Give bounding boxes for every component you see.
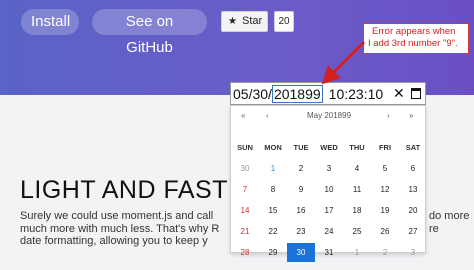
calendar-popup: « ‹ May 201899 › » SUN MON TUE WED THU F… — [230, 105, 427, 262]
calendar-day[interactable]: 29 — [259, 243, 287, 262]
calendar-day[interactable]: 2 — [287, 159, 315, 178]
calendar-day[interactable]: 17 — [315, 201, 343, 220]
month-segment[interactable]: 05 — [233, 86, 249, 102]
star-label: Star — [242, 15, 263, 27]
calendar-day[interactable]: 3 — [399, 243, 427, 262]
star-count: 20 — [274, 11, 294, 32]
calendar-day[interactable]: 1 — [259, 159, 287, 178]
calendar-day[interactable]: 16 — [287, 201, 315, 220]
calendar-day[interactable]: 23 — [287, 222, 315, 241]
weekday-label: FRI — [378, 143, 392, 152]
calendar-day[interactable]: 22 — [259, 222, 287, 241]
annotation-line: I add 3rd number "9". — [368, 38, 458, 49]
calendar-week-row: 21 22 23 24 25 26 27 — [231, 221, 427, 242]
weekday-label: WED — [320, 143, 338, 152]
day-segment[interactable]: 30 — [252, 86, 268, 102]
calendar-day[interactable]: 21 — [231, 222, 259, 241]
install-button[interactable]: Install — [21, 9, 79, 35]
star-button[interactable]: ★ Star — [221, 11, 268, 32]
calendar-day[interactable]: 20 — [399, 201, 427, 220]
weekday-label: SAT — [405, 143, 421, 152]
annotation-arrow — [321, 40, 366, 85]
close-icon[interactable]: ✕ — [393, 85, 405, 102]
annotation-line: Error appears when — [372, 26, 456, 37]
calendar-week-row: 28 29 30 31 1 2 3 — [231, 242, 427, 263]
calendar-day[interactable]: 1 — [343, 243, 371, 262]
calendar-day[interactable]: 30 — [231, 159, 259, 178]
calendar-day[interactable]: 5 — [371, 159, 399, 178]
calendar-week-row: 7 8 9 10 11 12 13 — [231, 179, 427, 200]
month-year-label[interactable]: May 201899 — [231, 111, 427, 120]
calendar-week-row: 30 1 2 3 4 5 6 — [231, 158, 427, 179]
star-icon: ★ — [228, 16, 237, 27]
calendar-day[interactable]: 9 — [287, 180, 315, 199]
calendar-day[interactable]: 8 — [259, 180, 287, 199]
calendar-day[interactable]: 24 — [315, 222, 343, 241]
calendar-day[interactable]: 7 — [231, 180, 259, 199]
calendar-day[interactable]: 28 — [231, 243, 259, 262]
next-month-button[interactable]: › — [387, 111, 390, 120]
calendar-week-row: 14 15 16 17 18 19 20 — [231, 200, 427, 221]
section-paragraph-right: do more re — [429, 210, 470, 235]
calendar-day[interactable]: 6 — [399, 159, 427, 178]
section-paragraph: Surely we could use moment.js and call m… — [20, 210, 220, 247]
calendar-day[interactable]: 31 — [315, 243, 343, 262]
calendar-day[interactable]: 3 — [315, 159, 343, 178]
calendar-grid: SUN MON TUE WED THU FRI SAT 30 1 2 3 4 5… — [231, 137, 427, 263]
weekday-label: SUN — [237, 143, 253, 152]
year-segment[interactable]: 201899 — [271, 84, 323, 103]
next-year-button[interactable]: » — [409, 111, 413, 120]
calendar-day[interactable]: 12 — [371, 180, 399, 199]
calendar-day[interactable]: 10 — [315, 180, 343, 199]
weekday-label: TUE — [293, 143, 309, 152]
calendar-day-selected[interactable]: 30 — [287, 243, 315, 262]
calendar-day[interactable]: 25 — [343, 222, 371, 241]
calendar-day[interactable]: 11 — [343, 180, 371, 199]
calendar-day[interactable]: 15 — [259, 201, 287, 220]
calendar-day[interactable]: 19 — [371, 201, 399, 220]
weekday-label: MON — [264, 143, 282, 152]
calendar-day[interactable]: 27 — [399, 222, 427, 241]
weekday-label: THU — [349, 143, 365, 152]
calendar-day[interactable]: 26 — [371, 222, 399, 241]
weekday-header-row: SUN MON TUE WED THU FRI SAT — [231, 137, 427, 158]
calendar-day[interactable]: 4 — [343, 159, 371, 178]
section-heading: LIGHT AND FAST — [20, 176, 228, 204]
calendar-day[interactable]: 18 — [343, 201, 371, 220]
github-button[interactable]: See on GitHub — [92, 9, 207, 56]
calendar-day[interactable]: 14 — [231, 201, 259, 220]
calendar-icon[interactable] — [411, 88, 421, 99]
calendar-day[interactable]: 13 — [399, 180, 427, 199]
calendar-day[interactable]: 2 — [371, 243, 399, 262]
